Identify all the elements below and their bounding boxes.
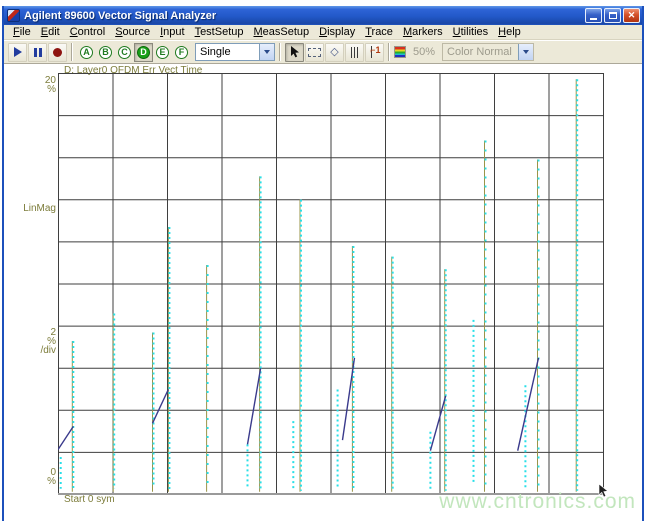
menu-bar: File Edit Control Source Input TestSetup MeasS…: [4, 25, 642, 40]
record-icon: [53, 47, 62, 57]
toolbar-separator: [71, 43, 73, 61]
menu-item-file[interactable]: File: [8, 26, 36, 38]
menu-item-source[interactable]: Source: [110, 26, 155, 38]
close-icon: ✕: [627, 10, 636, 20]
band-lines-button[interactable]: [345, 42, 364, 62]
menu-item-help[interactable]: Help: [493, 26, 526, 38]
toolbar-separator: [388, 43, 390, 61]
plot-canvas[interactable]: [58, 73, 604, 495]
color-palette-icon: [394, 46, 406, 58]
menu-item-input[interactable]: Input: [155, 26, 189, 38]
measurement-a-button[interactable]: A: [77, 43, 96, 62]
pause-icon: [33, 47, 42, 57]
pause-button[interactable]: [28, 42, 47, 62]
diamond-marker-icon: ◇: [330, 45, 339, 58]
play-button[interactable]: [8, 42, 27, 62]
mouse-cursor-icon: [598, 484, 609, 498]
chevron-down-icon: [259, 44, 274, 60]
select-arrow-icon: [290, 46, 299, 58]
menu-item-meassetup[interactable]: MeasSetup: [248, 26, 314, 38]
record-button[interactable]: [48, 42, 67, 62]
sweep-mode-combo[interactable]: Single: [195, 43, 275, 61]
menu-item-testsetup[interactable]: TestSetup: [190, 26, 249, 38]
toolbar: ABCDEF Single ◇ ⌐1 50% Color Normal: [4, 40, 642, 64]
y-axis-bottom-label: 0%: [47, 467, 56, 487]
toolbar-separator: [279, 43, 281, 61]
menu-item-control[interactable]: Control: [65, 26, 110, 38]
measurement-buttons: ABCDEF: [77, 42, 191, 62]
band-lines-icon: [351, 46, 358, 58]
app-window: Agilent 89600 Vector Signal Analyzer ✕ F…: [2, 6, 644, 521]
y-axis-top-label: 20%: [44, 75, 56, 95]
sweep-mode-value: Single: [200, 46, 231, 58]
menu-item-trace[interactable]: Trace: [360, 26, 398, 38]
measurement-e-button[interactable]: E: [153, 43, 172, 62]
menu-item-edit[interactable]: Edit: [36, 26, 65, 38]
zoom-box-button[interactable]: [305, 42, 324, 62]
offset-marker-icon: ⌐1: [369, 45, 381, 58]
select-arrow-button[interactable]: [285, 42, 304, 62]
offset-marker-button[interactable]: ⌐1: [365, 42, 384, 62]
menu-item-utilities[interactable]: Utilities: [448, 26, 493, 38]
window-title: Agilent 89600 Vector Signal Analyzer: [24, 9, 217, 22]
display-area: D: Layer0 OFDM Err Vect Time 20% LinMag …: [4, 64, 642, 521]
measurement-b-button[interactable]: B: [96, 43, 115, 62]
x-axis-start-label: Start 0 sym: [64, 494, 115, 505]
maximize-icon: [608, 12, 617, 19]
color-mode-combo[interactable]: Color Normal: [442, 43, 535, 61]
y-axis-format-label: LinMag: [23, 203, 56, 214]
zoom-percent-label: 50%: [413, 46, 436, 58]
menu-item-display[interactable]: Display: [314, 26, 360, 38]
y-axis-scale-label: 2%/div: [40, 327, 56, 356]
color-mode-value: Color Normal: [447, 46, 512, 58]
title-bar[interactable]: Agilent 89600 Vector Signal Analyzer ✕: [4, 6, 642, 25]
chevron-down-icon: [518, 44, 534, 60]
minimize-icon: [590, 18, 597, 20]
diamond-marker-button[interactable]: ◇: [325, 42, 344, 62]
menu-item-markers[interactable]: Markers: [398, 26, 448, 38]
close-button[interactable]: ✕: [623, 8, 640, 23]
zoom-box-icon: [308, 47, 321, 57]
measurement-c-button[interactable]: C: [115, 43, 134, 62]
minimize-button[interactable]: [585, 8, 602, 23]
play-icon: [13, 47, 22, 57]
measurement-f-button[interactable]: F: [172, 43, 191, 62]
measurement-d-button[interactable]: D: [134, 42, 153, 62]
maximize-button[interactable]: [604, 8, 621, 23]
app-icon: [7, 9, 20, 22]
